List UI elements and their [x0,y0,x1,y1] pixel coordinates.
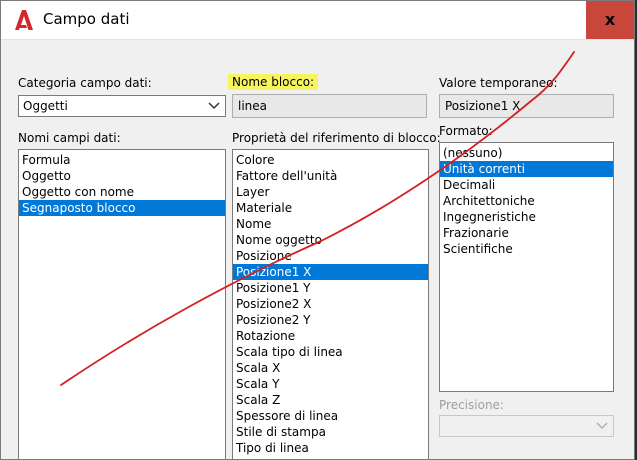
chevron-down-icon [208,102,220,110]
list-item[interactable]: Architettoniche [440,193,613,209]
list-item[interactable]: Scala Y [233,376,428,392]
autocad-logo-icon [15,10,33,30]
list-item[interactable]: Spessore di linea [233,408,428,424]
list-item[interactable]: Posizione2 Y [233,312,428,328]
list-item[interactable]: Nome oggetto [233,232,428,248]
list-item[interactable]: Decimali [440,177,613,193]
field-names-label: Nomi campi dati: [18,131,121,145]
precision-label: Precisione: [439,398,504,412]
list-item[interactable]: Ingegneristiche [440,209,613,225]
list-item[interactable]: Colore [233,152,428,168]
list-item[interactable]: Scala Z [233,392,428,408]
category-value: Oggetti [23,99,68,113]
list-item[interactable]: Scala X [233,360,428,376]
list-item[interactable]: Oggetto [19,168,225,184]
list-item[interactable]: Fattore dell'unità [233,168,428,184]
list-item[interactable]: Scala tipo di linea [233,344,428,360]
temp-value-field: Posizione1 X [439,94,614,118]
list-item[interactable]: Frazionarie [440,225,613,241]
field-names-list[interactable]: Formula Oggetto Oggetto con nome Segnaposto… [18,149,226,459]
category-label: Categoria campo dati: [18,76,152,90]
close-button[interactable]: x [586,1,634,39]
title-bar[interactable]: Campo dati x [1,1,634,40]
list-item[interactable]: Scientifiche [440,241,613,257]
list-item[interactable]: Oggetto con nome [19,184,225,200]
chevron-down-icon [596,422,608,430]
block-ref-properties-list[interactable]: Colore Fattore dell'unità Layer Materiale No… [232,149,429,459]
precision-dropdown[interactable] [439,415,614,437]
list-item[interactable]: Rotazione [233,328,428,344]
block-name-label: Nome blocco: [228,74,319,90]
window-title: Campo dati [43,10,130,28]
temp-value-label: Valore temporaneo: [439,76,558,90]
format-list[interactable]: (nessuno) Unità correnti Decimali Architett… [439,142,614,392]
list-item[interactable]: Unità correnti [440,161,613,177]
list-item[interactable]: Materiale [233,200,428,216]
list-item[interactable]: (nessuno) [440,145,613,161]
list-item[interactable]: Layer [233,184,428,200]
list-item[interactable]: Posizione1 X [233,264,428,280]
list-item[interactable]: Posizione2 X [233,296,428,312]
block-name-field: linea [232,94,427,118]
campo-dati-dialog: Campo dati x Categoria campo dati: Ogget… [0,0,635,460]
list-item[interactable]: Stile di stampa [233,424,428,440]
list-item[interactable]: Segnaposto blocco [19,200,225,216]
list-item[interactable]: Posizione [233,248,428,264]
temp-value-value: Posizione1 X [445,99,521,113]
list-item[interactable]: Nome [233,216,428,232]
list-item[interactable]: Tipo di linea [233,440,428,456]
list-item[interactable]: Posizione1 Y [233,280,428,296]
list-item[interactable]: Formula [19,152,225,168]
format-label: Formato: [439,124,493,138]
block-props-label: Proprietà del riferimento di blocco: [232,131,441,145]
block-name-value: linea [238,99,268,113]
category-dropdown[interactable]: Oggetti [18,95,226,117]
